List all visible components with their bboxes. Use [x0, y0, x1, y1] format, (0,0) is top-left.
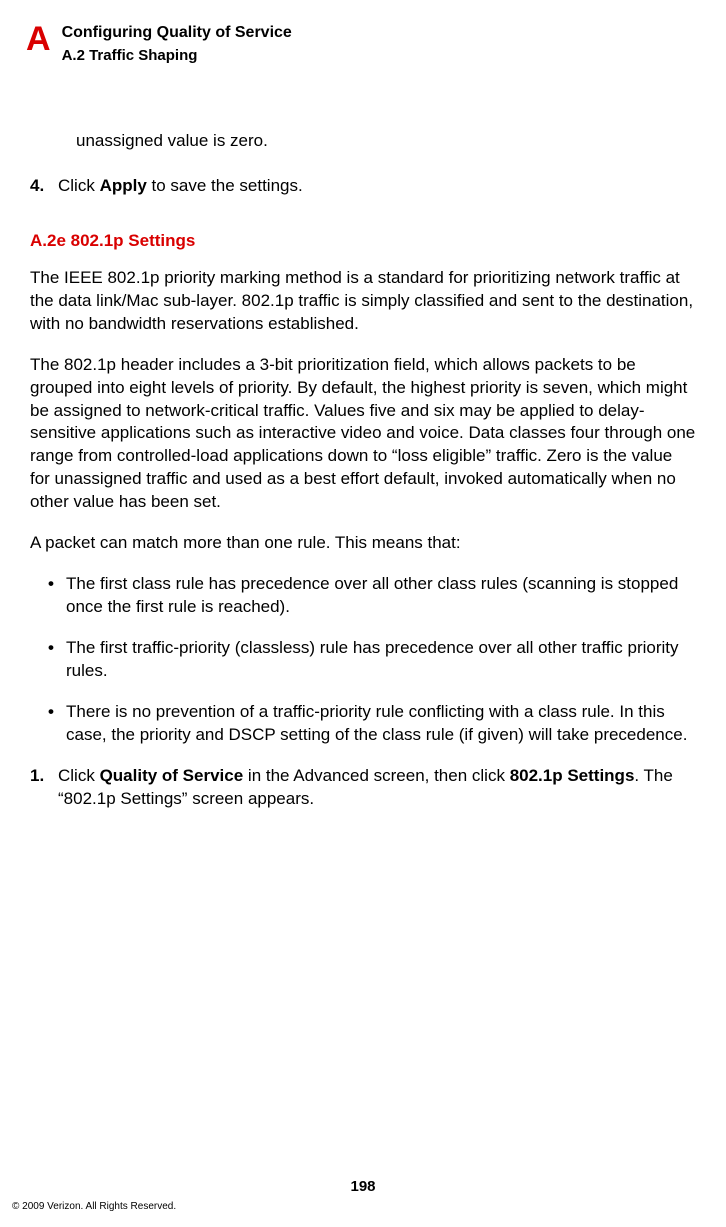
copyright: © 2009 Verizon. All Rights Reserved.: [12, 1200, 176, 1214]
page-header: A Configuring Quality of Service A.2 Tra…: [26, 22, 292, 66]
list-item: • The first traffic-priority (classless)…: [30, 637, 696, 683]
step-body: Click Quality of Service in the Advanced…: [58, 765, 696, 811]
apply-label: Apply: [100, 176, 147, 195]
page-content: unassigned value is zero. 4. Click Apply…: [30, 130, 696, 833]
bullet-icon: •: [48, 573, 66, 619]
step-1: 1. Click Quality of Service in the Advan…: [30, 765, 696, 811]
bullet-icon: •: [48, 701, 66, 747]
qos-label: Quality of Service: [100, 766, 244, 785]
bullet-icon: •: [48, 637, 66, 683]
text: Click: [58, 766, 100, 785]
list-item-text: The first traffic-priority (classless) r…: [66, 637, 696, 683]
step-4: 4. Click Apply to save the settings.: [30, 175, 696, 198]
list-item-text: There is no prevention of a traffic-prio…: [66, 701, 696, 747]
step-number: 1.: [30, 765, 58, 811]
previous-page-fragment: unassigned value is zero.: [76, 130, 696, 153]
header-title-main: Configuring Quality of Service: [62, 22, 292, 44]
paragraph: The 802.1p header includes a 3-bit prior…: [30, 354, 696, 515]
header-titles: Configuring Quality of Service A.2 Traff…: [62, 22, 292, 66]
text: in the Advanced screen, then click: [243, 766, 510, 785]
section-heading-a2e: A.2e 802.1p Settings: [30, 230, 696, 253]
paragraph: The IEEE 802.1p priority marking method …: [30, 267, 696, 336]
text: to save the settings.: [147, 176, 303, 195]
paragraph: A packet can match more than one rule. T…: [30, 532, 696, 555]
step-body: Click Apply to save the settings.: [58, 175, 696, 198]
step-number: 4.: [30, 175, 58, 198]
page-number: 198: [0, 1177, 726, 1197]
header-title-sub: A.2 Traffic Shaping: [62, 46, 292, 66]
list-item-text: The first class rule has precedence over…: [66, 573, 696, 619]
text: Click: [58, 176, 100, 195]
8021p-settings-label: 802.1p Settings: [510, 766, 635, 785]
appendix-letter: A: [26, 22, 50, 56]
list-item: • The first class rule has precedence ov…: [30, 573, 696, 619]
list-item: • There is no prevention of a traffic-pr…: [30, 701, 696, 747]
